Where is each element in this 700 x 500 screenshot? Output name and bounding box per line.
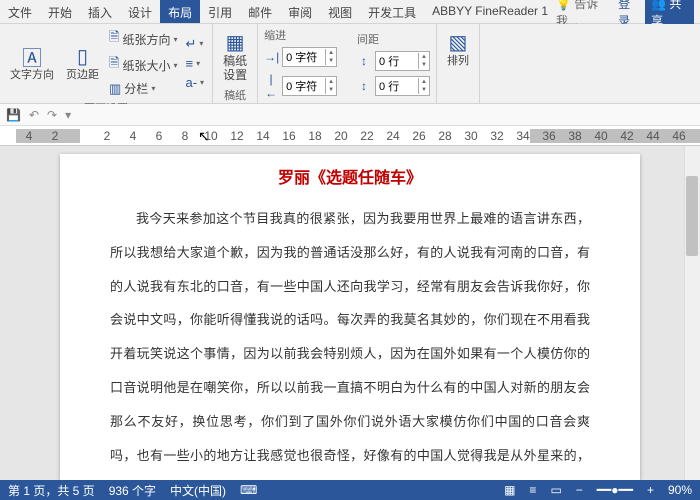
margins-icon: ▯ <box>77 43 88 69</box>
qat-more[interactable]: ▾ <box>65 108 71 122</box>
indent-label: 缩进 <box>264 27 337 43</box>
tab-home[interactable]: 开始 <box>40 0 80 23</box>
quick-access-toolbar: 💾 ↶ ↷ ▾ <box>0 104 700 126</box>
tab-developer[interactable]: 开发工具 <box>360 0 424 23</box>
zoom-out[interactable]: − <box>576 483 583 497</box>
orientation-icon: 🗎 <box>109 28 119 50</box>
size-icon: 🗎 <box>109 54 119 76</box>
tab-review[interactable]: 审阅 <box>280 0 320 23</box>
arrange-button[interactable]: ▧ 排列 <box>443 27 473 70</box>
tab-view[interactable]: 视图 <box>320 0 360 23</box>
tab-layout[interactable]: 布局 <box>160 0 200 23</box>
columns-icon: ▥ <box>109 81 121 97</box>
view-print[interactable]: ▦ <box>504 483 515 497</box>
manuscript-group-label: 稿纸 <box>219 85 251 103</box>
horizontal-ruler[interactable]: 4224681012141618202224262830323436384042… <box>0 126 700 146</box>
document-title[interactable]: 罗丽《选题任随车》 <box>110 164 590 188</box>
indent-left-icon: →| <box>264 50 278 64</box>
spacing-after-icon: ↕ <box>357 79 371 93</box>
vertical-scrollbar[interactable] <box>684 146 700 480</box>
ribbon: 🄰 文字方向 ▯ 页边距 🗎纸张方向▾ 🗎纸张大小▾ ▥分栏▾ ↵▾ ≡▾ a-… <box>0 24 700 104</box>
tab-design[interactable]: 设计 <box>120 0 160 23</box>
indent-left-input[interactable]: ▲▼ <box>282 47 337 67</box>
view-read[interactable]: ≡ <box>529 483 536 497</box>
status-ime[interactable]: ⌨ <box>240 483 257 497</box>
margins-button[interactable]: ▯ 页边距 <box>62 41 103 84</box>
page: 罗丽《选题任随车》 我今天来参加这个节目我真的很紧张，因为我要用世界上最难的语言… <box>60 154 640 480</box>
document-area[interactable]: 罗丽《选题任随车》 我今天来参加这个节目我真的很紧张，因为我要用世界上最难的语言… <box>0 146 700 480</box>
manuscript-button[interactable]: ▦ 稿纸设置 <box>219 27 251 85</box>
spacing-before-input[interactable]: ▲▼ <box>375 51 430 71</box>
spacing-before-icon: ↕ <box>357 54 371 68</box>
manuscript-icon: ▦ <box>226 29 245 55</box>
status-lang[interactable]: 中文(中国) <box>170 482 226 499</box>
ruler-numbers: 4224681012141618202224262830323436384042… <box>16 129 692 143</box>
tab-bar: 文件 开始 插入 设计 布局 引用 邮件 审阅 视图 开发工具 ABBYY Fi… <box>0 0 700 24</box>
document-body[interactable]: 我今天来参加这个节目我真的很紧张，因为我要用世界上最难的语言讲东西，所以我想给大… <box>110 202 590 480</box>
columns-button[interactable]: ▥分栏▾ <box>107 79 179 98</box>
zoom-value[interactable]: 90% <box>668 483 692 497</box>
line-numbers-button[interactable]: ≡▾ <box>183 55 206 72</box>
size-button[interactable]: 🗎纸张大小▾ <box>107 53 179 77</box>
indent-right-input[interactable]: ▲▼ <box>282 76 337 96</box>
breaks-button[interactable]: ↵▾ <box>183 35 206 53</box>
qat-save[interactable]: 💾 <box>6 108 21 122</box>
text-direction-icon: 🄰 <box>22 43 42 69</box>
tab-mailings[interactable]: 邮件 <box>240 0 280 23</box>
scroll-thumb[interactable] <box>686 176 698 256</box>
hyphenation-button[interactable]: a-▾ <box>183 74 206 91</box>
status-bar: 第 1 页，共 5 页 936 个字 中文(中国) ⌨ ▦ ≡ ▭ − ━━●━… <box>0 480 700 500</box>
zoom-in[interactable]: + <box>647 483 654 497</box>
text-direction-button[interactable]: 🄰 文字方向 <box>6 41 58 84</box>
status-words[interactable]: 936 个字 <box>109 482 156 499</box>
qat-undo[interactable]: ↶ <box>29 108 39 122</box>
spacing-label: 间距 <box>357 31 430 47</box>
orientation-button[interactable]: 🗎纸张方向▾ <box>107 27 179 51</box>
tab-file[interactable]: 文件 <box>0 0 40 23</box>
arrange-icon: ▧ <box>449 29 468 55</box>
tab-insert[interactable]: 插入 <box>80 0 120 23</box>
line-numbers-icon: ≡ <box>185 56 193 71</box>
hyphenation-icon: a- <box>185 75 197 90</box>
indent-right-icon: |← <box>264 72 278 100</box>
zoom-slider[interactable]: ━━●━━ <box>597 483 633 497</box>
view-web[interactable]: ▭ <box>550 483 561 497</box>
qat-redo[interactable]: ↷ <box>47 108 57 122</box>
status-page[interactable]: 第 1 页，共 5 页 <box>8 482 95 499</box>
breaks-icon: ↵ <box>185 36 196 52</box>
tab-abbyy[interactable]: ABBYY FineReader 1 <box>424 0 556 23</box>
spacing-after-input[interactable]: ▲▼ <box>375 76 430 96</box>
tab-references[interactable]: 引用 <box>200 0 240 23</box>
